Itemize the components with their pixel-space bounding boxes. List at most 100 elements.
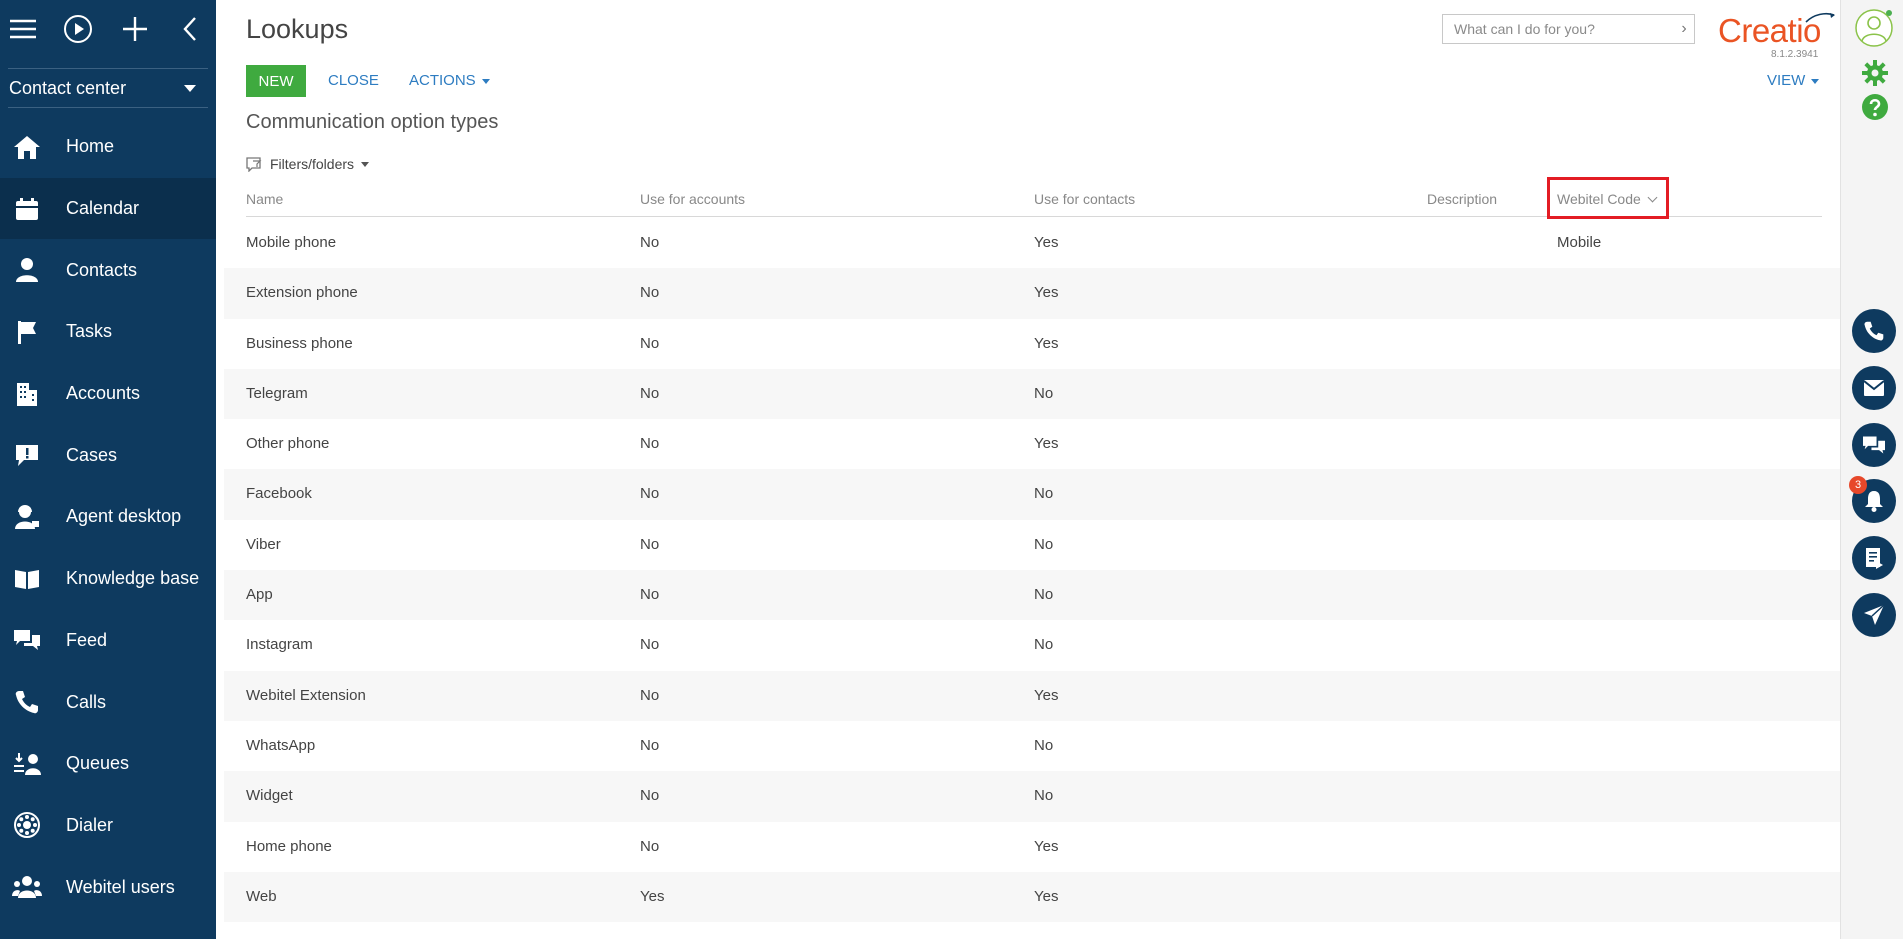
send-icon (1864, 604, 1885, 625)
sidebar-item-label: Cases (66, 444, 118, 465)
sidebar-item-webitel-users[interactable]: Webitel users (0, 856, 216, 918)
chat-icon (1863, 436, 1885, 454)
column-header-name[interactable]: Name (246, 191, 283, 207)
table-row[interactable]: Other phone No Yes (224, 419, 1840, 469)
table-row[interactable]: Widget No No (224, 771, 1840, 822)
table-row[interactable]: Extension phone No Yes (224, 268, 1840, 319)
sidebar-item-label: Contacts (66, 259, 138, 280)
cell-name: Home phone (246, 837, 332, 855)
sidebar-item-accounts[interactable]: Accounts (0, 363, 216, 425)
command-line[interactable]: › (1442, 14, 1695, 44)
workspace-selector[interactable]: Contact center (8, 68, 208, 108)
cell-name: Business phone (246, 334, 353, 352)
home-icon (12, 132, 42, 162)
close-button[interactable]: CLOSE (328, 72, 379, 89)
cell-name: Telegram (246, 384, 308, 402)
sidebar-item-tasks[interactable]: Tasks (0, 301, 216, 363)
document-button[interactable] (1852, 536, 1896, 580)
table-row[interactable]: Web Yes Yes (224, 871, 1840, 923)
cell-name: Viber (246, 535, 281, 553)
avatar[interactable] (1854, 8, 1894, 48)
email-button[interactable] (1852, 366, 1896, 410)
mail-icon (1863, 380, 1885, 396)
sidebar-item-calendar[interactable]: Calendar (0, 177, 216, 240)
sidebar-item-contacts[interactable]: Contacts (0, 239, 216, 301)
cell-name: Facebook (246, 485, 312, 503)
send-button[interactable] (1852, 593, 1896, 637)
run-process-icon[interactable] (63, 14, 93, 44)
sidebar-item-label: Knowledge base (66, 568, 200, 589)
chevron-right-icon[interactable]: › (1674, 20, 1694, 38)
flag-icon (12, 317, 42, 347)
bell-icon (1865, 491, 1883, 512)
cell-use-for-accounts: No (640, 535, 660, 553)
column-header-description[interactable]: Description (1427, 191, 1497, 207)
users-icon (12, 872, 42, 902)
search-input[interactable] (1443, 20, 1674, 38)
building-icon (12, 379, 42, 409)
cell-use-for-contacts: Yes (1034, 334, 1059, 352)
sidebar-item-calls[interactable]: Calls (0, 671, 216, 733)
cell-name: Web (246, 887, 277, 905)
sidebar-item-home[interactable]: Home (0, 116, 216, 178)
cell-use-for-contacts: Yes (1034, 284, 1059, 302)
collapse-sidebar-icon[interactable] (176, 14, 206, 44)
cell-name: App (246, 586, 273, 604)
chevron-down-icon (184, 84, 196, 92)
table-row[interactable]: Home phone No Yes (224, 822, 1840, 872)
table-row[interactable]: Telegram No No (224, 368, 1840, 420)
chevron-down-icon (481, 78, 490, 84)
sidebar-item-label: Accounts (66, 383, 141, 404)
table-row[interactable]: Mobile phone No Yes Mobile (224, 218, 1840, 268)
sidebar-item-feed[interactable]: Feed (0, 610, 216, 672)
calendar-icon (12, 194, 42, 224)
cell-use-for-contacts: No (1034, 736, 1054, 754)
sidebar-item-cases[interactable]: Cases (0, 424, 216, 486)
cell-use-for-contacts: No (1034, 485, 1054, 503)
page-title: Lookups (246, 14, 349, 44)
sidebar-item-label: Calls (66, 691, 107, 712)
new-button[interactable]: NEW (246, 65, 306, 97)
sidebar-item-dialer[interactable]: Dialer (0, 795, 216, 857)
table-row[interactable]: Instagram No No (224, 620, 1840, 670)
column-header-use-for-accounts[interactable]: Use for accounts (640, 191, 745, 207)
section-subtitle: Communication option types (246, 111, 499, 133)
filters-folders-button[interactable]: Filters/folders (246, 156, 370, 172)
sidebar-nav: Home Calendar Contacts Tasks Accounts Ca… (0, 116, 216, 918)
cell-name: Webitel Extension (246, 686, 366, 704)
grid-body: Mobile phone No Yes Mobile Extension phone No… (224, 218, 1840, 923)
chat-exclamation-icon (12, 440, 42, 470)
phone-button[interactable] (1852, 309, 1896, 353)
column-header-use-for-contacts[interactable]: Use for contacts (1034, 191, 1135, 207)
cell-webitel-code: Mobile (1557, 234, 1602, 251)
table-row[interactable]: Viber No No (224, 520, 1840, 570)
cell-use-for-contacts: Yes (1034, 686, 1059, 704)
table-row[interactable]: WhatsApp No No (224, 721, 1840, 771)
actions-button[interactable]: ACTIONS (409, 72, 490, 89)
hamburger-menu-icon[interactable] (8, 14, 38, 44)
version-label: 8.1.2.3941 (1771, 49, 1819, 60)
chevron-down-icon (361, 161, 370, 167)
sidebar-item-agent-desktop[interactable]: Agent desktop (0, 486, 216, 548)
table-row[interactable]: Business phone No Yes (224, 319, 1840, 369)
cell-use-for-accounts: No (640, 485, 660, 503)
workspace-label: Contact center (9, 77, 127, 98)
sidebar-item-label: Feed (66, 629, 108, 650)
sidebar-item-queues[interactable]: Queues (0, 733, 216, 795)
chat-button[interactable] (1852, 423, 1896, 467)
help-icon[interactable] (1861, 93, 1889, 121)
cell-use-for-contacts: No (1034, 636, 1054, 654)
gear-icon[interactable] (1861, 59, 1889, 87)
sidebar-item-knowledge-base[interactable]: Knowledge base (0, 548, 216, 610)
phone-icon (1864, 321, 1884, 341)
table-row[interactable]: App No No (224, 570, 1840, 621)
table-row[interactable]: Webitel Extension No Yes (224, 670, 1840, 721)
dialer-icon (12, 810, 42, 840)
view-button[interactable]: VIEW (1767, 72, 1820, 89)
table-row[interactable]: Facebook No No (224, 469, 1840, 520)
cell-name: WhatsApp (246, 736, 316, 754)
cell-use-for-accounts: No (640, 636, 660, 654)
sidebar-item-label: Webitel users (66, 876, 175, 897)
cell-use-for-accounts: No (640, 435, 660, 453)
add-icon[interactable] (120, 14, 150, 44)
